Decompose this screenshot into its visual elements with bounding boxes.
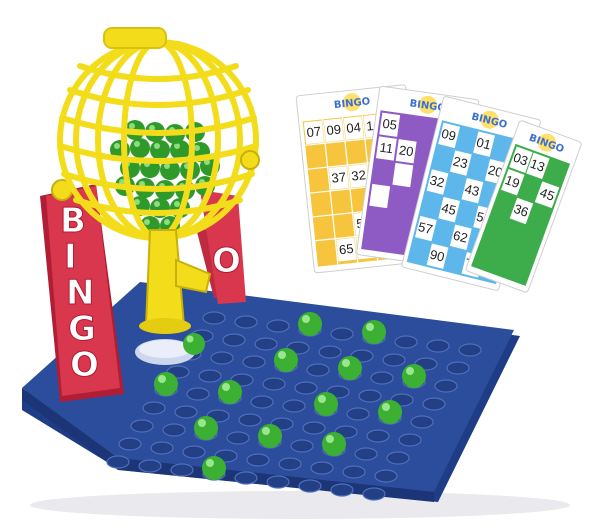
cage-ball — [130, 138, 150, 158]
ball-hole — [278, 457, 302, 471]
ball-hole — [386, 451, 410, 465]
svg-text:04: 04 — [346, 119, 362, 135]
ball-hole — [298, 479, 322, 493]
ball-hole — [130, 419, 154, 433]
ball-hole — [266, 475, 290, 489]
ball-hole — [226, 431, 250, 445]
ball-hole — [318, 345, 342, 359]
green-ball — [322, 432, 346, 456]
dropped-ball — [183, 333, 205, 355]
svg-text:20: 20 — [398, 142, 414, 159]
ball-hole — [374, 469, 398, 483]
svg-text:07: 07 — [306, 124, 322, 140]
green-ball — [338, 356, 362, 380]
ball-hole — [330, 483, 354, 497]
ball-hole — [366, 429, 390, 443]
green-ball — [194, 416, 218, 440]
ball-hole — [198, 369, 222, 383]
ball-hole — [238, 413, 262, 427]
svg-text:09: 09 — [326, 122, 342, 138]
green-ball — [402, 364, 426, 388]
ball-hole — [254, 337, 278, 351]
ball-hole — [422, 397, 446, 411]
ball-hole — [150, 441, 174, 455]
ball-hole — [346, 407, 370, 421]
ball-hole — [222, 333, 246, 347]
ball-hole — [306, 363, 330, 377]
green-ball — [202, 456, 226, 480]
svg-text:N: N — [66, 273, 94, 313]
ball-hole — [410, 415, 434, 429]
ball-hole — [170, 463, 194, 477]
ball-hole — [426, 339, 450, 353]
green-ball — [378, 400, 402, 424]
green-ball — [298, 312, 322, 336]
green-ball — [274, 348, 298, 372]
svg-text:B: B — [60, 201, 86, 241]
ball-hole — [142, 401, 166, 415]
ball-hole — [162, 423, 186, 437]
ball-hole — [458, 343, 482, 357]
ball-hole — [370, 371, 394, 385]
ball-hole — [310, 461, 334, 475]
ball-hole — [282, 399, 306, 413]
svg-text:32: 32 — [351, 167, 367, 183]
ball-hole — [362, 487, 386, 501]
ball-hole — [234, 471, 258, 485]
ball-hole — [382, 353, 406, 367]
ball-hole — [186, 387, 210, 401]
ball-hole — [138, 459, 162, 473]
ball-hole — [294, 381, 318, 395]
ball-hole — [246, 453, 270, 467]
ball-hole — [182, 445, 206, 459]
svg-text:G: G — [68, 309, 96, 349]
ball-hole — [342, 465, 366, 479]
svg-text:11: 11 — [379, 140, 394, 157]
ball-hole — [118, 437, 142, 451]
green-ball — [258, 424, 282, 448]
ball-hole — [106, 455, 130, 469]
ball-hole — [302, 421, 326, 435]
ball-hole — [354, 447, 378, 461]
cage-ball — [150, 140, 170, 160]
svg-text:I: I — [64, 237, 77, 277]
ball-hole — [202, 311, 226, 325]
ball-hole — [262, 377, 286, 391]
ball-hole — [330, 327, 354, 341]
ball-hole — [234, 315, 258, 329]
ball-hole — [446, 361, 470, 375]
green-ball — [362, 320, 386, 344]
svg-text:37: 37 — [331, 169, 347, 185]
ball-hole — [266, 319, 290, 333]
ball-hole — [434, 379, 458, 393]
ball-hole — [250, 395, 274, 409]
green-ball — [154, 372, 178, 396]
bingo-set-scene: BINGO 07 09 04 14 26 37 — [22, 27, 582, 519]
ball-hole — [242, 355, 266, 369]
ball-hole — [174, 405, 198, 419]
svg-text:05: 05 — [382, 116, 398, 133]
ball-hole — [358, 389, 382, 403]
ball-hole — [394, 335, 418, 349]
green-ball — [314, 392, 338, 416]
svg-text:65: 65 — [338, 241, 354, 257]
green-ball — [218, 380, 242, 404]
ball-hole — [398, 433, 422, 447]
svg-text:O: O — [70, 345, 99, 385]
ball-hole — [290, 439, 314, 453]
ball-hole — [210, 351, 234, 365]
svg-text:O: O — [212, 241, 241, 281]
